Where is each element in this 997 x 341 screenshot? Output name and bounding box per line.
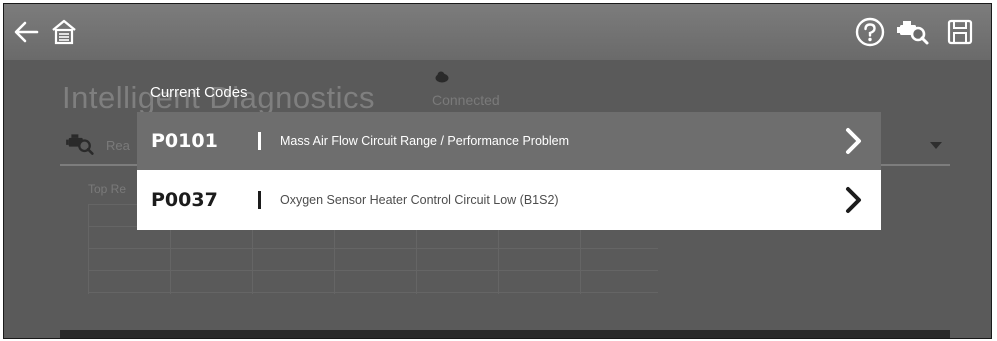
top-toolbar (4, 4, 991, 60)
vehicle-scan-icon (897, 21, 929, 45)
code-id: P0037 (151, 189, 218, 211)
separator (258, 132, 261, 150)
section-label: Top Re (88, 182, 127, 196)
code-description: Oxygen Sensor Heater Control Circuit Low… (280, 193, 559, 207)
home-button[interactable] (46, 14, 82, 50)
vehicle-scan-icon (66, 134, 94, 155)
chevron-right-icon (846, 187, 861, 213)
bottom-panel (60, 330, 950, 338)
back-button[interactable] (8, 14, 44, 50)
code-row[interactable]: P0037 Oxygen Sensor Heater Control Circu… (137, 170, 881, 230)
field-label: Rea (106, 138, 130, 153)
code-description: Mass Air Flow Circuit Range / Performanc… (280, 134, 569, 148)
screen-frame: Intelligent Diagnostics Connected Rea To… (3, 3, 992, 339)
chevron-right-icon (846, 128, 861, 154)
help-icon (855, 17, 885, 47)
code-row[interactable]: P0101 Mass Air Flow Circuit Range / Perf… (137, 112, 881, 170)
home-icon (52, 19, 76, 45)
help-button[interactable] (852, 14, 888, 50)
code-list: P0101 Mass Air Flow Circuit Range / Perf… (137, 112, 881, 230)
separator (258, 191, 261, 209)
save-button[interactable] (942, 14, 978, 50)
cloud-icon (435, 70, 449, 88)
dropdown-arrow-icon[interactable] (930, 142, 942, 149)
code-id: P0101 (151, 130, 218, 152)
back-arrow-icon (14, 21, 39, 43)
connection-status: Connected (432, 92, 500, 108)
save-icon (947, 19, 973, 45)
vehicle-scan-button[interactable] (896, 14, 932, 50)
modal-title: Current Codes (150, 84, 248, 101)
